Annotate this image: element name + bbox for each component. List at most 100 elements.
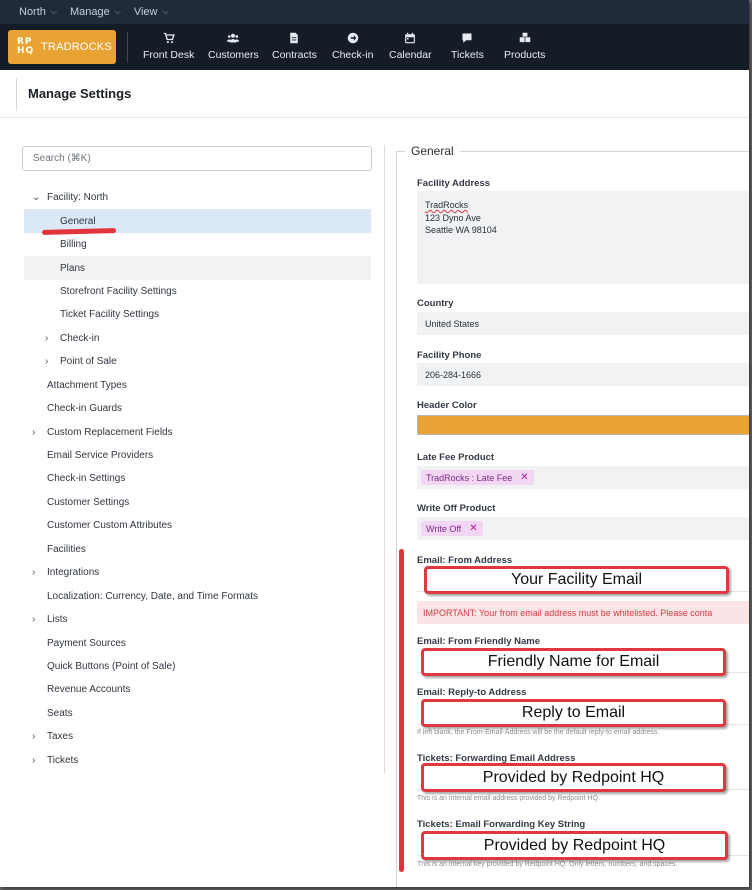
tree-item-localization[interactable]: Localization: Currency, Date, and Time F… [24,584,371,607]
tree-item-label: Custom Replacement Fields [47,426,173,438]
tree-item-integrations[interactable]: › Integrations [24,561,371,584]
tree-item-seats[interactable]: Seats [24,702,371,725]
menu-manage[interactable]: Manage ⌵ [70,6,121,18]
tree-item-tickets[interactable]: › Tickets [24,749,371,772]
menu-view[interactable]: View ⌵ [134,6,169,18]
tree-item-revenue-accounts[interactable]: Revenue Accounts [24,678,371,701]
brand-logo[interactable]: RP HQ TRADROCKS [8,30,116,64]
nav-calendar-label: Calendar [389,49,432,61]
email-friendly-name-label: Email: From Friendly Name [417,636,541,647]
tree-item-label: Taxes [47,731,74,743]
tree-item-attachment-types[interactable]: Attachment Types [24,374,371,397]
country-label: Country [417,298,454,309]
tree-item-label: Tickets [47,754,79,766]
address-line: 123 Dyno Ave [425,212,481,223]
chevron-right-icon[interactable]: › [32,755,35,766]
facility-address-textarea[interactable]: TradRocks 123 Dyno Ave Seattle WA 98104 [417,191,749,284]
contract-icon [290,32,299,44]
whitelist-warning: IMPORTANT: Your from email address must … [417,601,749,624]
tree-item-taxes[interactable]: › Taxes [24,725,371,748]
tree-item-customer-settings[interactable]: Customer Settings [24,491,371,514]
chevron-right-icon[interactable]: › [32,567,35,578]
tree-item-label: Integrations [47,567,100,579]
tree-item-ticket-facility-settings[interactable]: Ticket Facility Settings [24,303,371,326]
page-header: Manage Settings [0,70,749,118]
section-legend: General [405,144,460,158]
annotation-bracket [399,549,404,872]
tree-item-storefront-facility-settings[interactable]: Storefront Facility Settings [24,280,371,303]
tree-item-label: Payment Sources [47,637,126,649]
email-reply-to-label: Email: Reply-to Address [417,687,527,698]
tree-item-custom-replacement-fields[interactable]: › Custom Replacement Fields [24,420,371,443]
tree-item-label: Ticket Facility Settings [60,309,160,321]
tree-item-check-in[interactable]: › Check-in [24,327,371,350]
tree-item-check-in-settings[interactable]: Check-in Settings [24,467,371,490]
main-navbar: RP HQ TRADROCKS Front Desk Customers Cont… [0,24,749,70]
nav-check-in[interactable]: Check-in [332,32,373,61]
chevron-down-icon: ⌵ [114,7,121,16]
nav-customers[interactable]: Customers [208,32,259,61]
tree-item-customer-custom-attributes[interactable]: Customer Custom Attributes [24,514,371,537]
settings-search-input[interactable] [22,146,372,171]
chevron-right-icon[interactable]: › [32,731,35,742]
late-fee-product-label: Late Fee Product [417,452,495,463]
nav-check-in-label: Check-in [332,49,374,61]
tree-item-label: Customer Settings [47,496,130,508]
nav-products[interactable]: Products [504,32,545,61]
header-color-label: Header Color [417,400,477,411]
tree-item-label: Check-in Settings [47,473,126,485]
annotation-forwarding-email: Provided by Redpoint HQ [421,763,726,792]
header-divider [16,78,17,111]
tree-item-quick-buttons[interactable]: Quick Buttons (Point of Sale) [24,655,371,678]
tree-item-facilities[interactable]: Facilities [24,538,371,561]
tree-item-point-of-sale[interactable]: › Point of Sale [24,350,371,373]
write-off-product-select[interactable]: Write Off ✕ [417,517,749,540]
tree-item-billing[interactable]: Billing [24,233,371,256]
address-line: TradRocks [425,200,469,210]
facility-address-label: Facility Address [417,178,491,189]
tree-item-label: Email Service Providers [47,450,154,462]
tree-item-check-in-guards[interactable]: Check-in Guards [24,397,371,420]
tree-item-label: General [60,215,96,227]
chevron-right-icon[interactable]: › [32,427,35,438]
tree-item-plans[interactable]: Plans [24,256,371,280]
reply-to-help: If left blank, the From-Email-Address wi… [417,729,660,736]
header-color-swatch[interactable] [417,415,749,435]
calendar-icon [405,32,416,44]
annotation-from-email: Your Facility Email [424,566,729,594]
address-line: Seattle WA 98104 [425,225,497,235]
boxes-icon [519,32,530,43]
nav-tickets[interactable]: Tickets [451,32,484,61]
forwarding-key-help: This is an internal key provided by Redp… [417,861,678,868]
forwarding-email-help: This is an internal email address provid… [417,795,600,802]
chevron-right-icon[interactable]: › [45,356,48,367]
tree-item-label: Billing [60,239,87,251]
tree-item-label: Facility: North [47,192,109,204]
tree-item-facility-north[interactable]: ⌄ Facility: North [24,186,371,209]
tree-item-label: Facilities [47,543,86,555]
country-select[interactable]: United States [417,312,749,335]
settings-tree: ⌄ Facility: North General Billing Plans S… [24,186,371,772]
tree-item-lists[interactable]: › Lists [24,608,371,631]
late-fee-product-select[interactable]: TradRocks : Late Fee ✕ [417,466,749,489]
tree-item-payment-sources[interactable]: Payment Sources [24,631,371,654]
facility-phone-input[interactable]: 206-284-1666 [417,363,749,386]
nav-calendar[interactable]: Calendar [389,32,432,61]
chevron-right-icon[interactable]: › [45,333,48,344]
email-from-address-label: Email: From Address [417,555,513,566]
users-icon [227,33,240,43]
top-menu-bar: North ⌵ Manage ⌵ View ⌵ [0,0,749,24]
nav-contracts[interactable]: Contracts [272,32,317,61]
close-icon[interactable]: ✕ [469,523,477,534]
tree-item-email-service-providers[interactable]: Email Service Providers [24,444,371,467]
rphq-logo-mark: RP HQ [17,37,35,56]
chevron-right-icon[interactable]: › [32,614,35,625]
close-icon[interactable]: ✕ [520,472,528,483]
menu-north[interactable]: North ⌵ [19,6,57,18]
page-title: Manage Settings [28,86,132,101]
tree-item-label: Check-in [60,332,100,344]
tree-item-label: Plans [60,262,86,274]
nav-front-desk[interactable]: Front Desk [143,32,194,61]
menu-view-label: View [133,6,158,18]
chevron-down-icon[interactable]: ⌄ [32,192,40,203]
